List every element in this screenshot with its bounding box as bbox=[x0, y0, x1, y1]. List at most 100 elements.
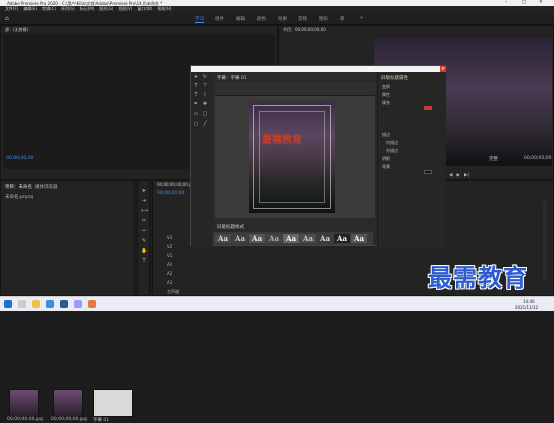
timeline-scrollbar[interactable] bbox=[543, 201, 547, 281]
titler-area-type-icon[interactable]: ⊤ bbox=[202, 84, 208, 89]
track-a1[interactable]: A1 bbox=[167, 260, 179, 269]
tools-panel: ➤ ⇥ ⟷ ✂ ⇿ ✎ ✋ T bbox=[137, 180, 150, 296]
track-v3[interactable]: V3 bbox=[167, 233, 179, 242]
style-sample-8[interactable]: Aa bbox=[334, 234, 350, 243]
play-icon[interactable]: ▶ bbox=[456, 173, 459, 178]
track-a3[interactable]: A3 bbox=[167, 278, 179, 287]
titler-vertical-type-icon[interactable]: T bbox=[193, 93, 199, 98]
app-icon[interactable] bbox=[88, 300, 96, 308]
project-tab[interactable]: 项目：未命名 bbox=[5, 184, 32, 190]
titler-title: 字幕：字幕 01 bbox=[217, 76, 247, 81]
workspace-tab-assembly[interactable]: 组件 bbox=[215, 16, 224, 22]
project-thumbnail-1[interactable] bbox=[9, 389, 39, 417]
prop-outer-stroke[interactable]: 外描边 bbox=[386, 148, 398, 154]
titler-pen-icon[interactable]: ✒ bbox=[193, 102, 199, 107]
source-panel-title: 源：(无剪辑) bbox=[5, 27, 29, 32]
project-item-name-1: 00;00;00;00.jpg bbox=[7, 417, 43, 422]
project-item-name-3: 字幕 01 bbox=[93, 418, 110, 423]
search-icon[interactable] bbox=[18, 300, 26, 308]
track-v1[interactable]: V1 bbox=[167, 251, 179, 260]
minimize-button[interactable]: – bbox=[505, 0, 507, 5]
titler-rotate-icon[interactable]: ↻ bbox=[202, 75, 208, 80]
styles-title: 旧版标题样式 bbox=[217, 225, 244, 230]
chrome-icon[interactable] bbox=[46, 300, 54, 308]
track-headers: V3 V2 V1 A1 A2 A3 主声道 bbox=[167, 233, 179, 296]
style-sample-4[interactable]: Aa bbox=[266, 234, 282, 243]
more-workspaces-icon[interactable]: » bbox=[360, 15, 363, 21]
prop-properties[interactable]: 属性 bbox=[382, 92, 390, 98]
selection-tool-icon[interactable]: ➤ bbox=[141, 189, 147, 194]
close-window-button[interactable]: ✕ bbox=[539, 0, 543, 5]
titler-type-icon[interactable]: T bbox=[193, 84, 199, 89]
prop-inner-stroke[interactable]: 内描边 bbox=[386, 140, 398, 146]
titler-add-anchor-icon[interactable]: ✚ bbox=[202, 102, 208, 107]
titler-select-icon[interactable]: ➤ bbox=[193, 75, 199, 80]
style-sample-1[interactable]: Aa bbox=[215, 234, 231, 243]
prop-transform[interactable]: 变换 bbox=[382, 84, 390, 90]
fill-color-swatch[interactable] bbox=[424, 106, 432, 110]
type-tool-icon[interactable]: T bbox=[141, 259, 147, 264]
ripple-edit-icon[interactable]: ⟷ bbox=[141, 209, 148, 214]
style-sample-9[interactable]: Aa bbox=[351, 234, 367, 243]
track-v2[interactable]: V2 bbox=[167, 242, 179, 251]
track-select-icon[interactable]: ⇥ bbox=[141, 199, 147, 204]
clock-date[interactable]: 2021/11/12 bbox=[515, 305, 538, 310]
project-panel: 项目：未命名 媒体浏览器 未命名.prproj 00;00;00;00.jpg … bbox=[0, 180, 135, 423]
project-path: 未命名.prproj bbox=[5, 195, 34, 200]
maximize-button[interactable]: □ bbox=[522, 0, 526, 5]
style-sample-2[interactable]: Aa bbox=[232, 234, 248, 243]
prop-stroke[interactable]: 描边 bbox=[382, 132, 390, 138]
workspace-tab-graphics[interactable]: 图形 bbox=[319, 16, 328, 22]
titler-rectangle-icon[interactable]: ▭ bbox=[193, 112, 199, 117]
workspace-tab-effects[interactable]: 效果 bbox=[278, 16, 287, 22]
timeline-timecode: 00;00;00;00 bbox=[157, 191, 185, 196]
workspace-tab-libraries[interactable]: 库 bbox=[340, 16, 345, 22]
track-master[interactable]: 主声道 bbox=[167, 287, 179, 296]
background-color-swatch[interactable] bbox=[424, 170, 432, 174]
workspace-tab-editing[interactable]: 编辑 bbox=[236, 16, 245, 22]
step-forward-icon[interactable]: ▶| bbox=[464, 173, 469, 178]
program-panel-title: 节目：00;00;00;00;00 bbox=[283, 27, 326, 32]
track-a2[interactable]: A2 bbox=[167, 269, 179, 278]
titler-rounded-rect-icon[interactable]: ▢ bbox=[202, 112, 208, 117]
slip-tool-icon[interactable]: ⇿ bbox=[141, 229, 147, 234]
workspace-bar: ⌂ 学习 组件 编辑 颜色 效果 音频 图形 库 » bbox=[0, 12, 554, 25]
media-browser-tab[interactable]: 媒体浏览器 bbox=[35, 184, 58, 190]
prop-fill[interactable]: 填充 bbox=[382, 100, 390, 106]
pen-tool-icon[interactable]: ✎ bbox=[141, 239, 147, 244]
workspace-tab-learn[interactable]: 学习 bbox=[195, 16, 204, 23]
hand-tool-icon[interactable]: ✋ bbox=[141, 249, 147, 254]
step-back-icon[interactable]: ◀ bbox=[449, 173, 452, 178]
title-safe-inner bbox=[259, 111, 325, 203]
project-thumbnail-2[interactable] bbox=[53, 389, 83, 417]
style-sample-7[interactable]: Aa bbox=[317, 234, 333, 243]
premiere-icon[interactable] bbox=[74, 300, 82, 308]
titler-tools: ➤ ↻ T ⊤ T ⌇ ✒ ✚ ▭ ▢ ○ ╱ bbox=[191, 72, 213, 247]
workspace-tab-color[interactable]: 颜色 bbox=[257, 16, 266, 22]
titler-ellipse-icon[interactable]: ○ bbox=[193, 122, 199, 127]
razor-tool-icon[interactable]: ✂ bbox=[141, 219, 147, 224]
project-item-name-2: 00;00;00;00.jpg bbox=[51, 417, 87, 422]
titler-canvas[interactable]: 最需教育 bbox=[215, 96, 375, 218]
legacy-titler-dialog: × ➤ ↻ T ⊤ T ⌇ ✒ ✚ ▭ ▢ ○ ╱ 字幕：字幕 01 最需教育 … bbox=[190, 65, 446, 247]
home-icon[interactable]: ⌂ bbox=[5, 15, 9, 22]
clock-time[interactable]: 14:40 bbox=[523, 299, 535, 304]
program-timecode: 00;00;00;00 bbox=[524, 156, 552, 161]
watermark-text: 最需教育 bbox=[428, 264, 528, 292]
titler-path-type-icon[interactable]: ⌇ bbox=[202, 93, 208, 98]
titler-line-icon[interactable]: ╱ bbox=[202, 122, 208, 127]
style-sample-6[interactable]: Aa bbox=[300, 234, 316, 243]
titler-toolbar bbox=[215, 82, 375, 96]
file-explorer-icon[interactable] bbox=[32, 300, 40, 308]
project-thumbnail-3[interactable] bbox=[93, 389, 133, 417]
windows-taskbar: 14:40 2021/11/12 bbox=[0, 296, 554, 311]
prop-background[interactable]: 背景 bbox=[382, 164, 390, 170]
title-caption-text[interactable]: 最需教育 bbox=[262, 131, 302, 146]
program-fit-select[interactable]: 完整 bbox=[489, 156, 498, 162]
word-icon[interactable] bbox=[60, 300, 68, 308]
style-sample-3[interactable]: Aa bbox=[249, 234, 265, 243]
prop-shadow[interactable]: 阴影 bbox=[382, 156, 390, 162]
start-icon[interactable] bbox=[4, 300, 12, 308]
style-sample-5[interactable]: Aa bbox=[283, 234, 299, 243]
workspace-tab-audio[interactable]: 音频 bbox=[298, 16, 307, 22]
